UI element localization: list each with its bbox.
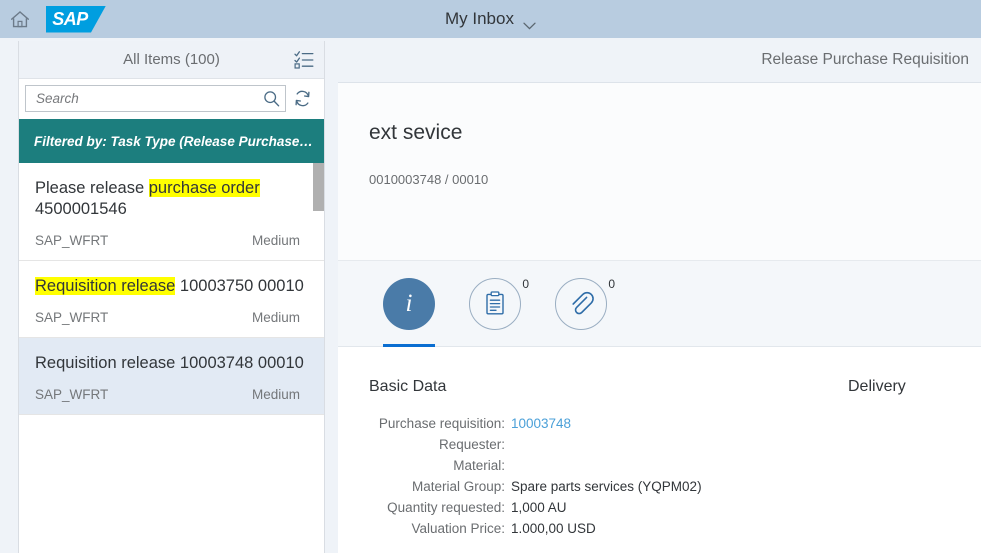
filter-info-bar[interactable]: Filtered by: Task Type (Release Purchase… xyxy=(19,119,324,163)
info-glyph: i xyxy=(405,290,413,317)
shell-header: SAP My Inbox xyxy=(0,0,981,38)
field-value: 1,000 AU xyxy=(511,500,567,515)
basic-data-heading: Basic Data xyxy=(369,378,447,395)
filter-info-text: Filtered by: Task Type (Release Purchase… xyxy=(34,133,313,149)
field-value: 1.000,00 USD xyxy=(511,521,596,536)
search-input[interactable] xyxy=(34,87,259,110)
notes-clipboard-icon xyxy=(469,277,521,330)
notes-count-badge: 0 xyxy=(522,276,529,291)
field-material-group: Material Group: Spare parts services (YQ… xyxy=(369,477,788,497)
field-label: Quantity requested: xyxy=(387,500,505,515)
list-item-meta: SAP_WFRT Medium xyxy=(35,233,308,248)
list-item-meta: SAP_WFRT Medium xyxy=(35,387,308,402)
home-button[interactable] xyxy=(0,0,40,38)
search-icon[interactable] xyxy=(259,87,283,111)
delivery-heading: Delivery xyxy=(848,378,906,395)
detail-topbar: Release Purchase Requisition xyxy=(338,38,981,83)
detail-columns: Basic Data Purchase requisition: 1000374… xyxy=(338,378,981,540)
field-purchase-requisition: Purchase requisition: 10003748 xyxy=(369,414,788,434)
field-label: Valuation Price: xyxy=(411,521,505,536)
detail-body: Basic Data Purchase requisition: 1000374… xyxy=(338,347,981,552)
field-label: Requester: xyxy=(438,437,505,452)
list-item-priority: Medium xyxy=(251,310,300,326)
list-item-title-post: 10003750 00010 xyxy=(175,277,304,296)
field-label: Material Group: xyxy=(411,479,505,494)
search-row xyxy=(19,79,324,119)
field-requester: Requester: xyxy=(369,435,788,455)
list-item-title-pre: Please release xyxy=(35,179,149,197)
search-box[interactable] xyxy=(25,85,286,112)
list-item-priority: Medium xyxy=(251,233,300,249)
my-inbox-app: SAP My Inbox All Items (100) Search Filt… xyxy=(0,0,981,553)
detail-title: ext sevice xyxy=(369,121,463,144)
list-item-source: SAP_WFRT xyxy=(35,310,109,326)
attachment-paperclip-icon xyxy=(555,277,607,330)
task-list: Please release purchase order 4500001546… xyxy=(19,163,324,548)
list-item[interactable]: Requisition release 10003748 00010 SAP_W… xyxy=(19,338,324,416)
field-value-link[interactable]: 10003748 xyxy=(511,414,571,434)
app-title: My Inbox xyxy=(445,9,514,28)
home-icon xyxy=(10,10,30,29)
tab-notes[interactable]: 0 xyxy=(469,261,529,347)
tab-information[interactable]: i xyxy=(383,261,435,347)
detail-header: ext sevice 0010003748 / 00010 xyxy=(338,83,981,261)
multiselect-list-icon[interactable] xyxy=(292,48,316,72)
list-item-title-post: 4500001546 xyxy=(35,200,127,219)
list-item-title: Requisition release 10003750 00010 xyxy=(35,276,308,297)
master-list-header: All Items (100) xyxy=(19,41,324,79)
list-item-title-highlight: purchase order xyxy=(148,179,260,197)
list-item-priority: Medium xyxy=(251,387,300,403)
chevron-down-icon xyxy=(523,15,536,30)
list-item-source: SAP_WFRT xyxy=(35,233,109,249)
list-item[interactable]: Please release purchase order 4500001546… xyxy=(19,163,324,262)
sap-logo-text: SAP xyxy=(52,8,88,29)
delivery-column: Delivery xyxy=(788,378,978,540)
detail-subtitle: 0010003748 / 00010 xyxy=(369,172,489,187)
detail-topbar-title: Release Purchase Requisition xyxy=(761,51,969,68)
field-material: Material: xyxy=(369,456,788,476)
attachments-count-badge: 0 xyxy=(608,276,615,291)
list-item-title-highlight: Requisition release xyxy=(35,277,176,296)
master-list-panel: All Items (100) Search Filtered by: Task… xyxy=(18,41,325,553)
shell-title-area: My Inbox xyxy=(0,0,981,38)
info-icon: i xyxy=(383,277,435,330)
field-quantity-requested: Quantity requested: 1,000 AU xyxy=(369,498,788,518)
list-scrollbar[interactable] xyxy=(313,163,324,548)
basic-data-column: Basic Data Purchase requisition: 1000374… xyxy=(338,378,788,540)
field-label: Material: xyxy=(453,458,505,473)
sap-logo[interactable]: SAP xyxy=(46,5,106,33)
list-scrollbar-thumb[interactable] xyxy=(313,163,324,211)
field-valuation-price: Valuation Price: 1.000,00 USD xyxy=(369,519,788,539)
list-item-title-pre: Requisition release 10003748 00010 xyxy=(35,354,304,373)
list-item-title: Requisition release 10003748 00010 xyxy=(35,353,308,374)
tab-attachments[interactable]: 0 xyxy=(555,261,615,347)
field-label: Purchase requisition: xyxy=(378,416,505,431)
detail-panel: Release Purchase Requisition ext sevice … xyxy=(338,38,981,553)
list-item-source: SAP_WFRT xyxy=(35,387,109,403)
refresh-icon[interactable] xyxy=(288,85,316,112)
list-item-meta: SAP_WFRT Medium xyxy=(35,310,308,325)
list-item[interactable]: Requisition release 10003750 00010 SAP_W… xyxy=(19,261,324,339)
field-value: Spare parts services (YQPM02) xyxy=(511,479,702,494)
list-item-title: Please release purchase order 4500001546 xyxy=(35,178,308,220)
detail-icon-tabbar: i 0 0 xyxy=(338,261,981,347)
master-list-title: All Items (100) xyxy=(123,51,220,68)
app-title-button[interactable]: My Inbox xyxy=(437,6,544,32)
